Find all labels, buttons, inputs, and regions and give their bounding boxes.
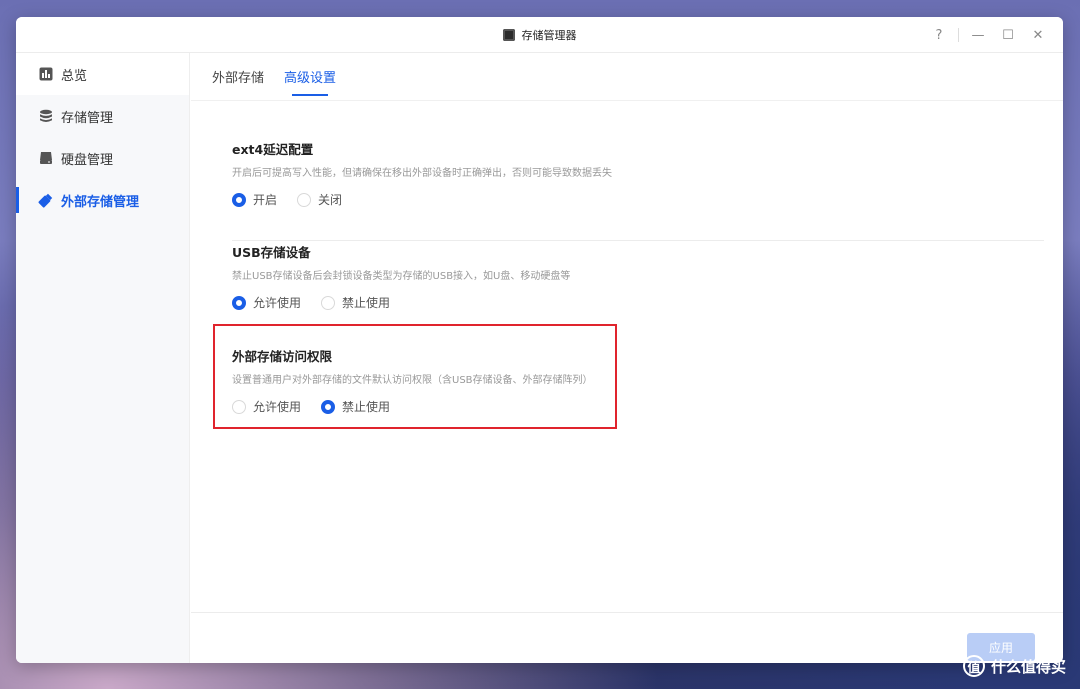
sidebar-item-overview[interactable]: 总览 — [16, 53, 189, 95]
tabs-divider — [191, 100, 1063, 101]
ext4-delay-section: ext4延迟配置 开启后可提高写入性能，但请确保在移出外部设备时正确弹出，否则可… — [232, 139, 1044, 241]
chart-icon — [38, 67, 53, 82]
app-icon — [502, 29, 515, 41]
section-title: ext4延迟配置 — [232, 142, 314, 157]
highlight-box — [213, 324, 617, 429]
close-icon[interactable]: ✕ — [1025, 24, 1051, 46]
sidebar-item-label: 硬盘管理 — [61, 152, 114, 168]
usb-drive-icon — [38, 193, 53, 208]
watermark-logo-icon: 值 — [962, 655, 985, 677]
sidebar-item-label: 外部存储管理 — [61, 194, 140, 210]
title-bar: 存储管理器 ? — ☐ ✕ — [16, 17, 1063, 53]
disk-icon — [38, 151, 53, 166]
window-controls: ? — ☐ ✕ — [926, 17, 1051, 53]
watermark: 值 什么值得买 — [962, 655, 1066, 677]
section-description: 禁止USB存储设备后会封锁设备类型为存储的USB接入，如U盘、移动硬盘等 — [232, 271, 571, 282]
radio-label: 禁止使用 — [342, 296, 391, 310]
sidebar-item-label: 总览 — [61, 68, 88, 84]
help-icon[interactable]: ? — [926, 24, 952, 46]
sidebar-item-disks[interactable]: 硬盘管理 — [16, 137, 189, 179]
radio-enable[interactable]: 开启 — [232, 191, 277, 208]
tab-external-storage[interactable]: 外部存储 — [212, 67, 264, 96]
radio-disable[interactable]: 关闭 — [297, 191, 342, 208]
sidebar: 总览 存储管理 硬盘管理 外部存储管理 — [16, 53, 190, 663]
radio-group: 允许使用 禁止使用 — [232, 294, 1044, 311]
radio-dot[interactable] — [297, 192, 312, 207]
sidebar-item-label: 存储管理 — [61, 110, 114, 126]
minimize-icon[interactable]: — — [965, 24, 991, 46]
radio-label: 关闭 — [318, 193, 343, 207]
radio-dot-selected[interactable] — [232, 295, 246, 310]
watermark-text: 什么值得买 — [990, 657, 1066, 676]
window-title: 存储管理器 — [521, 29, 577, 42]
maximize-icon[interactable]: ☐ — [995, 24, 1021, 46]
main-panel: 外部存储 高级设置 ext4延迟配置 开启后可提高写入性能，但请确保在移出外部设… — [191, 53, 1063, 663]
tab-bar: 外部存储 高级设置 — [212, 67, 336, 96]
sidebar-item-storage[interactable]: 存储管理 — [16, 95, 189, 137]
database-icon — [38, 109, 53, 124]
radio-dot[interactable] — [321, 295, 336, 310]
section-title: USB存储设备 — [232, 245, 311, 260]
radio-deny[interactable]: 禁止使用 — [321, 294, 390, 311]
tab-advanced-settings[interactable]: 高级设置 — [284, 67, 336, 96]
sidebar-item-external-storage[interactable]: 外部存储管理 — [16, 179, 189, 221]
radio-label: 允许使用 — [253, 296, 302, 310]
radio-dot-selected[interactable] — [232, 192, 246, 207]
radio-label: 开启 — [253, 193, 278, 207]
section-description: 开启后可提高写入性能，但请确保在移出外部设备时正确弹出，否则可能导致数据丢失 — [232, 168, 612, 179]
radio-group: 开启 关闭 — [232, 191, 1044, 208]
controls-divider — [958, 28, 959, 42]
footer-divider — [191, 612, 1063, 613]
storage-manager-window: 存储管理器 ? — ☐ ✕ 总览 存储管理 硬盘管理 外部存储管理 外部存储 高… — [16, 17, 1063, 663]
radio-allow[interactable]: 允许使用 — [232, 294, 301, 311]
